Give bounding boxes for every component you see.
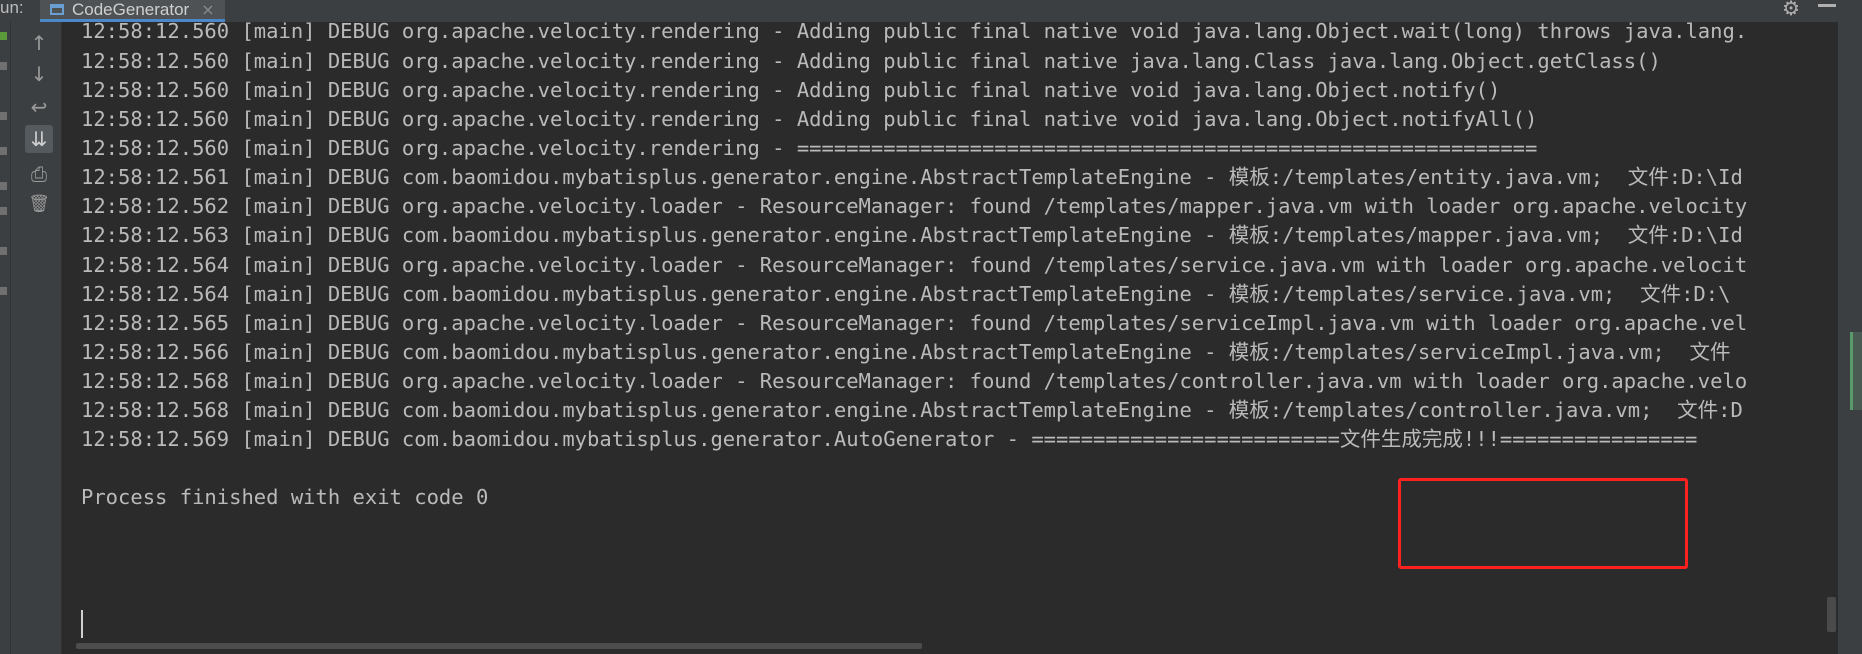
run-label: un: xyxy=(0,0,24,17)
console-toolbar: ↑ ↓ ↩ ⇊ ⎙ 🗑 xyxy=(11,22,62,654)
run-tab-bar: un: CodeGenerator × ⚙ xyxy=(0,0,1862,23)
pin-icon[interactable] xyxy=(0,247,7,255)
restore-icon[interactable] xyxy=(0,207,7,215)
highlight-annotation-box xyxy=(1398,478,1688,569)
tab-codegenerator[interactable]: CodeGenerator × xyxy=(40,0,225,22)
scroll-to-end-icon[interactable]: ⇊ xyxy=(25,125,53,153)
arrow-up-icon[interactable]: ↑ xyxy=(25,29,53,57)
log-line: 12:58:12.569 [main] DEBUG com.baomidou.m… xyxy=(81,427,1698,451)
text-caret xyxy=(81,610,83,638)
rerun-icon[interactable] xyxy=(0,32,7,40)
log-line: 12:58:12.563 [main] DEBUG com.baomidou.m… xyxy=(81,223,1743,247)
right-tool-strip xyxy=(1838,22,1862,654)
console-window-icon xyxy=(50,4,64,15)
process-exit-line: Process finished with exit code 0 xyxy=(81,485,489,509)
right-panel-tab[interactable] xyxy=(1850,332,1862,410)
settings-icon[interactable] xyxy=(0,147,7,155)
horizontal-scrollbar-thumb[interactable] xyxy=(76,643,922,649)
expand-icon[interactable] xyxy=(0,287,7,295)
restart-icon[interactable] xyxy=(0,62,7,70)
horizontal-scrollbar[interactable] xyxy=(62,640,1838,654)
vertical-scrollbar[interactable] xyxy=(1824,22,1838,632)
minimize-icon[interactable] xyxy=(1818,4,1836,7)
close-icon[interactable]: × xyxy=(201,0,214,19)
trash-icon[interactable]: 🗑 xyxy=(25,190,53,218)
left-tool-strip xyxy=(0,22,11,654)
soft-wrap-icon[interactable]: ↩ xyxy=(25,93,53,121)
vertical-scrollbar-thumb[interactable] xyxy=(1827,597,1836,632)
tab-title: CodeGenerator xyxy=(72,0,190,19)
print-icon[interactable]: ⎙ xyxy=(25,160,53,188)
layout-icon[interactable] xyxy=(0,182,7,190)
gear-icon[interactable]: ⚙ xyxy=(1782,0,1800,20)
run-tool-window: un: CodeGenerator × ⚙ ↑ ↓ ↩ ⇊ ⎙ 🗑 12:58:… xyxy=(0,0,1862,654)
stop-icon[interactable] xyxy=(0,112,7,120)
arrow-down-icon[interactable]: ↓ xyxy=(25,60,53,88)
